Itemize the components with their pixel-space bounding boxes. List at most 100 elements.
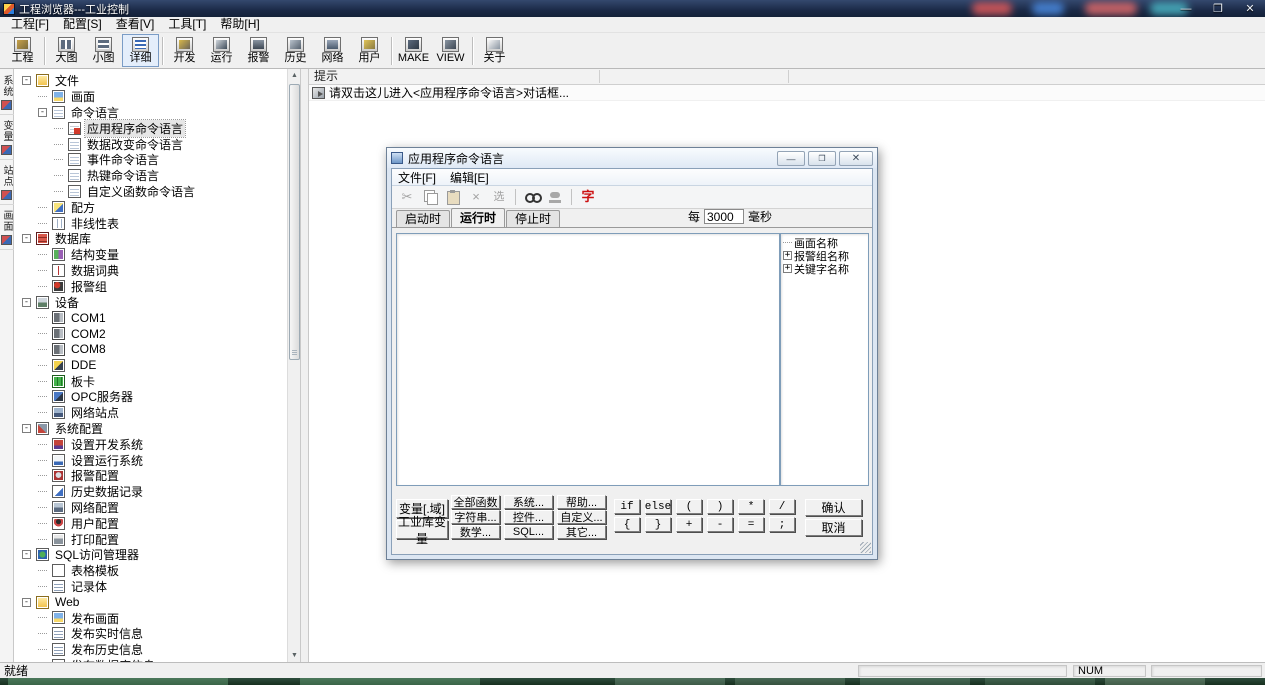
- tree-item-应用程序命令语言[interactable]: 应用程序命令语言: [14, 120, 300, 136]
- operator-button-+[interactable]: +: [676, 517, 702, 532]
- side-tree-item-关键字名称[interactable]: +关键字名称: [783, 262, 868, 275]
- tree-expand-icon[interactable]: -: [22, 234, 31, 243]
- tree-item-SQL访问管理器[interactable]: -SQL访问管理器: [14, 547, 300, 563]
- menu-item-0[interactable]: 工程[F]: [4, 17, 56, 32]
- vertical-tab-系统[interactable]: 系统: [0, 75, 14, 115]
- tree-expand-icon[interactable]: -: [22, 598, 31, 607]
- operator-button-/[interactable]: /: [769, 499, 795, 514]
- tree-item-数据改变命令语言[interactable]: 数据改变命令语言: [14, 136, 300, 152]
- toolbar-button-MAKE[interactable]: MAKE: [395, 34, 432, 67]
- tree-expand-icon[interactable]: -: [22, 76, 31, 85]
- minimize-icon[interactable]: —: [1177, 3, 1195, 15]
- tree-item-发布实时信息[interactable]: 发布实时信息: [14, 626, 300, 642]
- tree-item-画面[interactable]: 画面: [14, 89, 300, 105]
- vertical-tab-站点[interactable]: 站点: [0, 165, 14, 205]
- vertical-tab-变量[interactable]: 变量: [0, 120, 14, 160]
- operator-button-{[interactable]: {: [614, 517, 640, 532]
- dialog-close-icon[interactable]: [839, 151, 873, 166]
- function-button-其它...[interactable]: 其它...: [557, 525, 606, 539]
- vertical-tab-画面[interactable]: 画面: [0, 210, 14, 250]
- menu-item-2[interactable]: 查看[V]: [109, 17, 162, 32]
- function-button-数学...[interactable]: 数学...: [451, 525, 500, 539]
- tree-item-记录体[interactable]: 记录体: [14, 579, 300, 595]
- tree-item-数据库[interactable]: -数据库: [14, 231, 300, 247]
- toolbar-button-详细[interactable]: 详细: [122, 34, 159, 67]
- toolbar-button-网络[interactable]: 网络: [314, 34, 351, 67]
- tree-item-报警组[interactable]: 报警组: [14, 278, 300, 294]
- tree-scrollbar[interactable]: ▲ ▼: [287, 69, 300, 662]
- tree-item-文件[interactable]: -文件: [14, 73, 300, 89]
- dialog-tab-启动时[interactable]: 启动时: [396, 210, 450, 227]
- toolbar-button-VIEW[interactable]: VIEW: [432, 34, 469, 67]
- menu-item-1[interactable]: 配置[S]: [56, 17, 109, 32]
- scroll-down-icon[interactable]: ▼: [288, 649, 301, 662]
- tree-item-设备[interactable]: -设备: [14, 294, 300, 310]
- operator-button-=[interactable]: =: [738, 517, 764, 532]
- tree-item-网络配置[interactable]: 网络配置: [14, 500, 300, 516]
- tree-item-用户配置[interactable]: 用户配置: [14, 515, 300, 531]
- operator-button-)[interactable]: ): [707, 499, 733, 514]
- close-icon[interactable]: ✕: [1241, 2, 1259, 15]
- dialog-maximize-icon[interactable]: [808, 151, 836, 166]
- toolbar-button-开发[interactable]: 开发: [166, 34, 203, 67]
- tree-expand-icon[interactable]: -: [38, 108, 47, 117]
- function-button-帮助...[interactable]: 帮助...: [557, 495, 606, 509]
- resize-grip-icon[interactable]: [860, 542, 871, 553]
- menu-item-3[interactable]: 工具[T]: [161, 17, 213, 32]
- tree-item-设置开发系统[interactable]: 设置开发系统: [14, 436, 300, 452]
- tree-expand-icon[interactable]: -: [22, 550, 31, 559]
- tree-item-系统配置[interactable]: -系统配置: [14, 421, 300, 437]
- column-separator[interactable]: [788, 70, 789, 83]
- function-button-控件...[interactable]: 控件...: [504, 510, 553, 524]
- toolbar-button-用户[interactable]: 用户: [351, 34, 388, 67]
- restore-icon[interactable]: ❒: [1209, 2, 1227, 15]
- operator-button--[interactable]: -: [707, 517, 733, 532]
- tree-expand-icon[interactable]: -: [22, 298, 31, 307]
- menu-item-4[interactable]: 帮助[H]: [213, 17, 266, 32]
- operator-button-else[interactable]: else: [645, 499, 671, 514]
- tree-item-结构变量[interactable]: 结构变量: [14, 247, 300, 263]
- scrollbar-thumb[interactable]: [289, 84, 300, 360]
- interval-input[interactable]: [704, 209, 744, 224]
- tree-expand-icon[interactable]: +: [783, 264, 792, 273]
- operator-button-;[interactable]: ;: [769, 517, 795, 532]
- function-button-全部函数[interactable]: 全部函数: [451, 495, 500, 509]
- tree-item-自定义函数命令语言[interactable]: 自定义函数命令语言: [14, 184, 300, 200]
- tree-item-COM1[interactable]: COM1: [14, 310, 300, 326]
- tree-item-板卡[interactable]: 板卡: [14, 373, 300, 389]
- tree-item-报警配置[interactable]: 报警配置: [14, 468, 300, 484]
- function-button-自定义...[interactable]: 自定义...: [557, 510, 606, 524]
- tree-item-COM2[interactable]: COM2: [14, 326, 300, 342]
- font-icon[interactable]: 字: [581, 190, 595, 204]
- dialog-tab-停止时[interactable]: 停止时: [506, 210, 560, 227]
- function-button-系统...[interactable]: 系统...: [504, 495, 553, 509]
- toolbar-button-报警[interactable]: 报警: [240, 34, 277, 67]
- tree-expand-icon[interactable]: -: [22, 424, 31, 433]
- tree-item-配方[interactable]: 配方: [14, 199, 300, 215]
- tree-item-DDE[interactable]: DDE: [14, 357, 300, 373]
- tree-item-数据词典[interactable]: 数据词典: [14, 263, 300, 279]
- panel-splitter[interactable]: [301, 69, 309, 662]
- button-工业库变量[interactable]: 工业库变量: [396, 520, 448, 539]
- tree-item-设置运行系统[interactable]: 设置运行系统: [14, 452, 300, 468]
- tree-item-发布画面[interactable]: 发布画面: [14, 610, 300, 626]
- operator-button-([interactable]: (: [676, 499, 702, 514]
- dialog-menu-item-1[interactable]: 编辑[E]: [450, 169, 489, 186]
- tree-item-命令语言[interactable]: -命令语言: [14, 105, 300, 121]
- column-separator[interactable]: [599, 70, 600, 83]
- tree-expand-icon[interactable]: +: [783, 251, 792, 260]
- tree-item-网络站点[interactable]: 网络站点: [14, 405, 300, 421]
- function-button-字符串...[interactable]: 字符串...: [451, 510, 500, 524]
- hint-row[interactable]: 请双击这儿进入<应用程序命令语言>对话框...: [309, 85, 1265, 101]
- tree-item-打印配置[interactable]: 打印配置: [14, 531, 300, 547]
- tree-item-事件命令语言[interactable]: 事件命令语言: [14, 152, 300, 168]
- dialog-menu-item-0[interactable]: 文件[F]: [398, 169, 436, 186]
- hint-column-header[interactable]: 提示: [309, 69, 1265, 85]
- operator-button-if[interactable]: if: [614, 499, 640, 514]
- toolbar-button-关于[interactable]: 关于: [476, 34, 513, 67]
- tree-item-OPC服务器[interactable]: OPC服务器: [14, 389, 300, 405]
- toolbar-button-运行[interactable]: 运行: [203, 34, 240, 67]
- tree-item-非线性表[interactable]: 非线性表: [14, 215, 300, 231]
- dialog-tab-运行时[interactable]: 运行时: [451, 208, 505, 227]
- tree-item-COM8[interactable]: COM8: [14, 342, 300, 358]
